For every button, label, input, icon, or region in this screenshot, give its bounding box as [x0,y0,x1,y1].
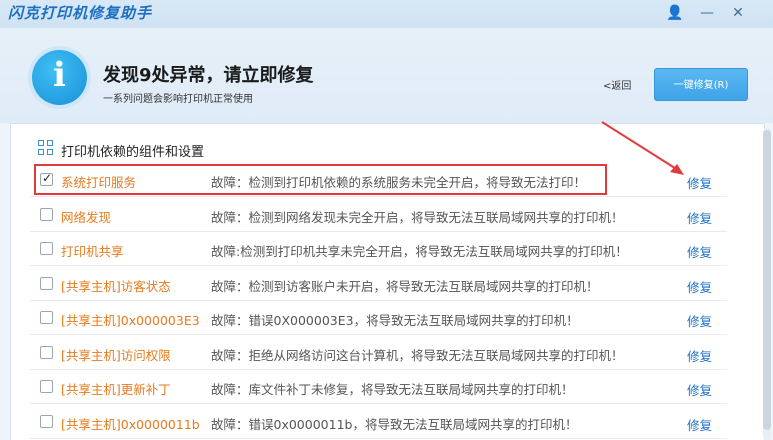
item-fault-description: 故障：拒绝从网络访问这台计算机，将导致无法互联局域网共享的打印机！ [211,347,624,363]
arrow-icon [601,121,684,175]
list-item[interactable]: [共享主机]0x000003E3 故障：错误0X000003E3，将导致无法互联局… [30,301,727,335]
scrollbar[interactable] [763,128,771,440]
app-logo: 闪克打印机修复助手 [8,4,153,22]
item-name: 打印机共享 [61,244,124,259]
item-checkbox[interactable] [40,311,53,324]
item-name: [共享主机]0x000003E3 [61,313,200,328]
item-fault-description: 故障：检测到访客账户未开启，将导致无法互联局域网共享的打印机！ [211,278,599,294]
item-name: [共享主机]访问权限 [61,347,171,363]
item-checkbox[interactable] [40,414,53,428]
item-fault-description: 故障：错误0X000003E3，将导致无法互联局域网共享的打印机！ [211,313,579,328]
minimize-button[interactable]: — [697,3,717,23]
item-checkbox[interactable] [40,242,53,255]
fix-all-button[interactable]: 一键修复(R) [654,68,748,101]
section-title: 打印机依赖的组件和设置 [61,145,205,160]
item-fault-description: 故障:检测到打印机共享未完全开启，将导致无法互联局域网共享的打印机！ [211,244,628,259]
back-link[interactable]: <返回 [603,77,631,92]
item-name: [共享主机]更新补丁 [61,382,171,397]
grid-icon [38,140,54,156]
scrollbar-thumb[interactable] [763,130,771,430]
highlight-box [34,164,607,195]
result-header: i 发现9处异常，请立即修复 一系列问题会影响打印机正常使用 <返回 一键修复(… [0,28,773,123]
item-fault-description: 故障：库文件补丁未修复，将导致无法互联局域网共享的打印机！ [211,382,574,397]
list-item[interactable]: [共享主机]访问权限 故障：拒绝从网络访问这台计算机，将导致无法互联局域网共享的打… [30,336,727,370]
item-name: 网络发现 [61,209,112,225]
fix-link[interactable]: 修复 [687,277,712,296]
item-fault-description: 故障：错误0x0000011b，将导致无法互联局域网共享的打印机！ [211,416,578,432]
info-icon: i [32,50,87,105]
list-item[interactable]: [共享主机]0x0000011b 故障：错误0x0000011b，将导致无法互联局… [30,405,727,439]
item-checkbox[interactable] [40,345,53,359]
fix-link[interactable]: 修复 [687,415,712,434]
item-fault-description: 故障：检测到网络发现未完全开启，将导致无法互联局域网共享的打印机！ [211,209,624,225]
result-subtitle: 一系列问题会影响打印机正常使用 [103,94,253,105]
list-item[interactable]: [共享主机]访客状态 故障：检测到访客账户未开启，将导致无法互联局域网共享的打印机… [30,267,727,301]
item-checkbox[interactable] [40,276,53,290]
item-name: [共享主机]0x0000011b [61,416,200,432]
item-name: [共享主机]访客状态 [61,278,171,294]
fix-link[interactable]: 修复 [687,380,712,399]
fix-link[interactable]: 修复 [687,242,712,261]
item-checkbox[interactable] [40,207,53,221]
close-button[interactable]: ✕ [728,3,748,23]
user-icon[interactable]: 👤 [665,3,685,23]
list-item[interactable]: [共享主机]更新补丁 故障：库文件补丁未修复，将导致无法互联局域网共享的打印机！ 修… [30,370,727,404]
item-checkbox[interactable] [40,380,53,393]
result-title: 发现9处异常，请立即修复 [103,65,314,86]
title-bar: 闪克打印机修复助手 👤 — ✕ [0,0,773,28]
fix-link[interactable]: 修复 [687,173,712,192]
fix-link[interactable]: 修复 [687,311,712,330]
list-item[interactable]: 网络发现 故障：检测到网络发现未完全开启，将导致无法互联局域网共享的打印机！ 修复 [30,198,727,232]
fix-link[interactable]: 修复 [687,346,712,365]
list-item[interactable]: 打印机共享 故障:检测到打印机共享未完全开启，将导致无法互联局域网共享的打印机！ 修… [30,232,727,266]
fix-link[interactable]: 修复 [687,208,712,227]
